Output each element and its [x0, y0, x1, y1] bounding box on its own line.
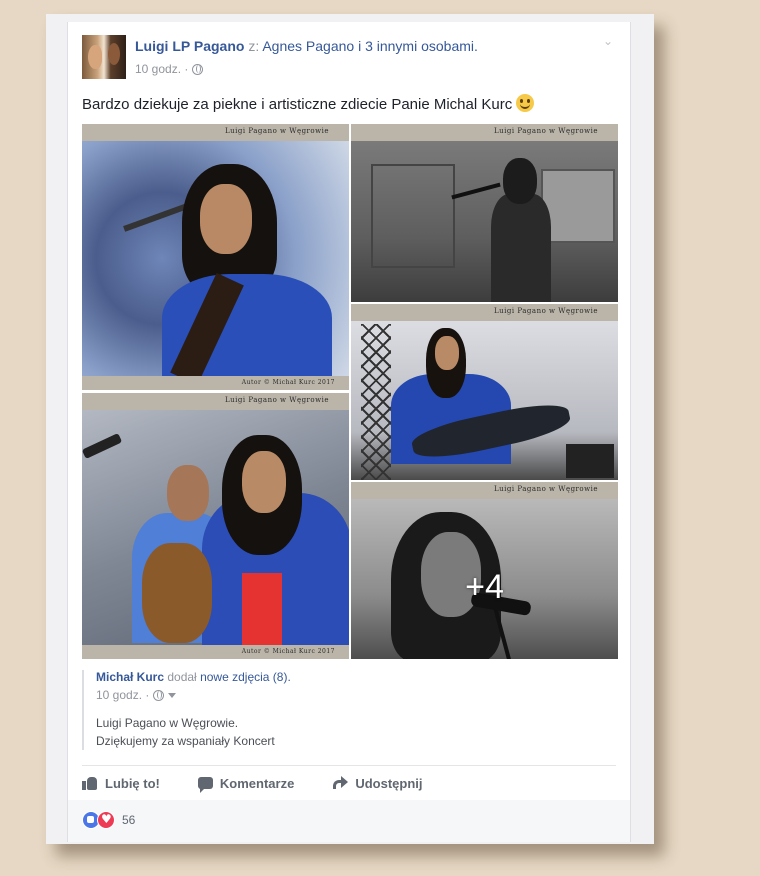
audience-dropdown-icon[interactable]	[168, 692, 177, 698]
photo-banner-text: Luigi Pagano w Węgrowie	[225, 127, 329, 135]
reaction-count[interactable]: 56	[122, 813, 135, 827]
photo-banner-text: Luigi Pagano w Węgrowie	[494, 307, 598, 315]
share-label: Udostępnij	[355, 775, 423, 791]
post-text: Bardzo dziekuje za piekne i artisticzne …	[82, 94, 535, 113]
tagged-people-link[interactable]: Agnes Pagano i 3 innymi osobami.	[262, 38, 478, 54]
photo-banner-text: Luigi Pagano w Węgrowie	[494, 127, 598, 135]
share-button[interactable]: Udostępnij	[332, 776, 422, 791]
shared-album-attachment: Michał Kurc dodał nowe zdjęcia (8). 10 g…	[82, 670, 630, 750]
photo-4[interactable]: Luigi Pagano w Węgrowie Autor © Michał K…	[82, 393, 349, 659]
chevron-down-icon[interactable]: ⌄	[603, 34, 613, 48]
smiley-emoji-icon	[516, 94, 535, 112]
thumbs-up-icon	[82, 776, 98, 790]
with-prefix: z:	[248, 38, 260, 54]
photo-footer-text: Autor © Michał Kurc 2017	[241, 379, 335, 386]
post-timestamp: 10 godz. ·	[135, 62, 204, 76]
photo-5-more[interactable]: Luigi Pagano w Węgrowie +4	[351, 482, 618, 659]
author-name[interactable]: Luigi LP Pagano	[135, 38, 244, 54]
author-avatar[interactable]	[82, 35, 126, 79]
shared-text-line-2: Dziękujemy za wspaniały Koncert	[96, 734, 275, 748]
reactions-bar: 56	[67, 800, 631, 842]
globe-icon	[153, 689, 165, 701]
photo-banner-text: Luigi Pagano w Węgrowie	[494, 485, 598, 493]
post-actions-bar: Lubię to! Komentarze Udostępnij	[82, 765, 616, 800]
shared-time[interactable]: 10 godz. ·	[96, 688, 149, 702]
comment-label: Komentarze	[219, 775, 295, 791]
post-header: Luigi LP Pagano z: Agnes Pagano i 3 inny…	[135, 38, 478, 54]
photo-banner-text: Luigi Pagano w Węgrowie	[225, 396, 329, 404]
like-button[interactable]: Lubię to!	[82, 776, 160, 791]
comment-button[interactable]: Komentarze	[197, 775, 295, 793]
share-arrow-icon	[332, 776, 349, 790]
globe-icon[interactable]	[192, 63, 204, 75]
shared-author-name[interactable]: Michał Kurc	[96, 670, 164, 684]
post-time[interactable]: 10 godz. ·	[135, 62, 188, 76]
shared-text-line-1: Luigi Pagano w Węgrowie.	[96, 716, 239, 730]
post-card: Luigi LP Pagano z: Agnes Pagano i 3 inny…	[67, 22, 631, 800]
photo-1[interactable]: Luigi Pagano w Węgrowie Autor © Michał K…	[82, 124, 349, 390]
photo-footer-text: Autor © Michał Kurc 2017	[241, 648, 335, 655]
love-reaction-icon	[97, 811, 115, 829]
like-label: Lubię to!	[105, 775, 160, 791]
shared-action-text: dodał	[167, 670, 197, 684]
shared-timestamp: 10 godz. ·	[96, 688, 630, 702]
new-photos-link[interactable]: nowe zdjęcia (8).	[200, 670, 291, 684]
post-message: Bardzo dziekuje za piekne i artisticzne …	[82, 96, 513, 113]
comment-bubble-icon	[197, 777, 213, 793]
more-photos-count[interactable]: +4	[351, 568, 618, 607]
shared-header: Michał Kurc dodał nowe zdjęcia (8).	[96, 670, 630, 684]
photo-3[interactable]: Luigi Pagano w Węgrowie	[351, 304, 618, 480]
photo-2[interactable]: Luigi Pagano w Węgrowie	[351, 124, 618, 302]
reactions-summary[interactable]: 56	[82, 811, 135, 829]
